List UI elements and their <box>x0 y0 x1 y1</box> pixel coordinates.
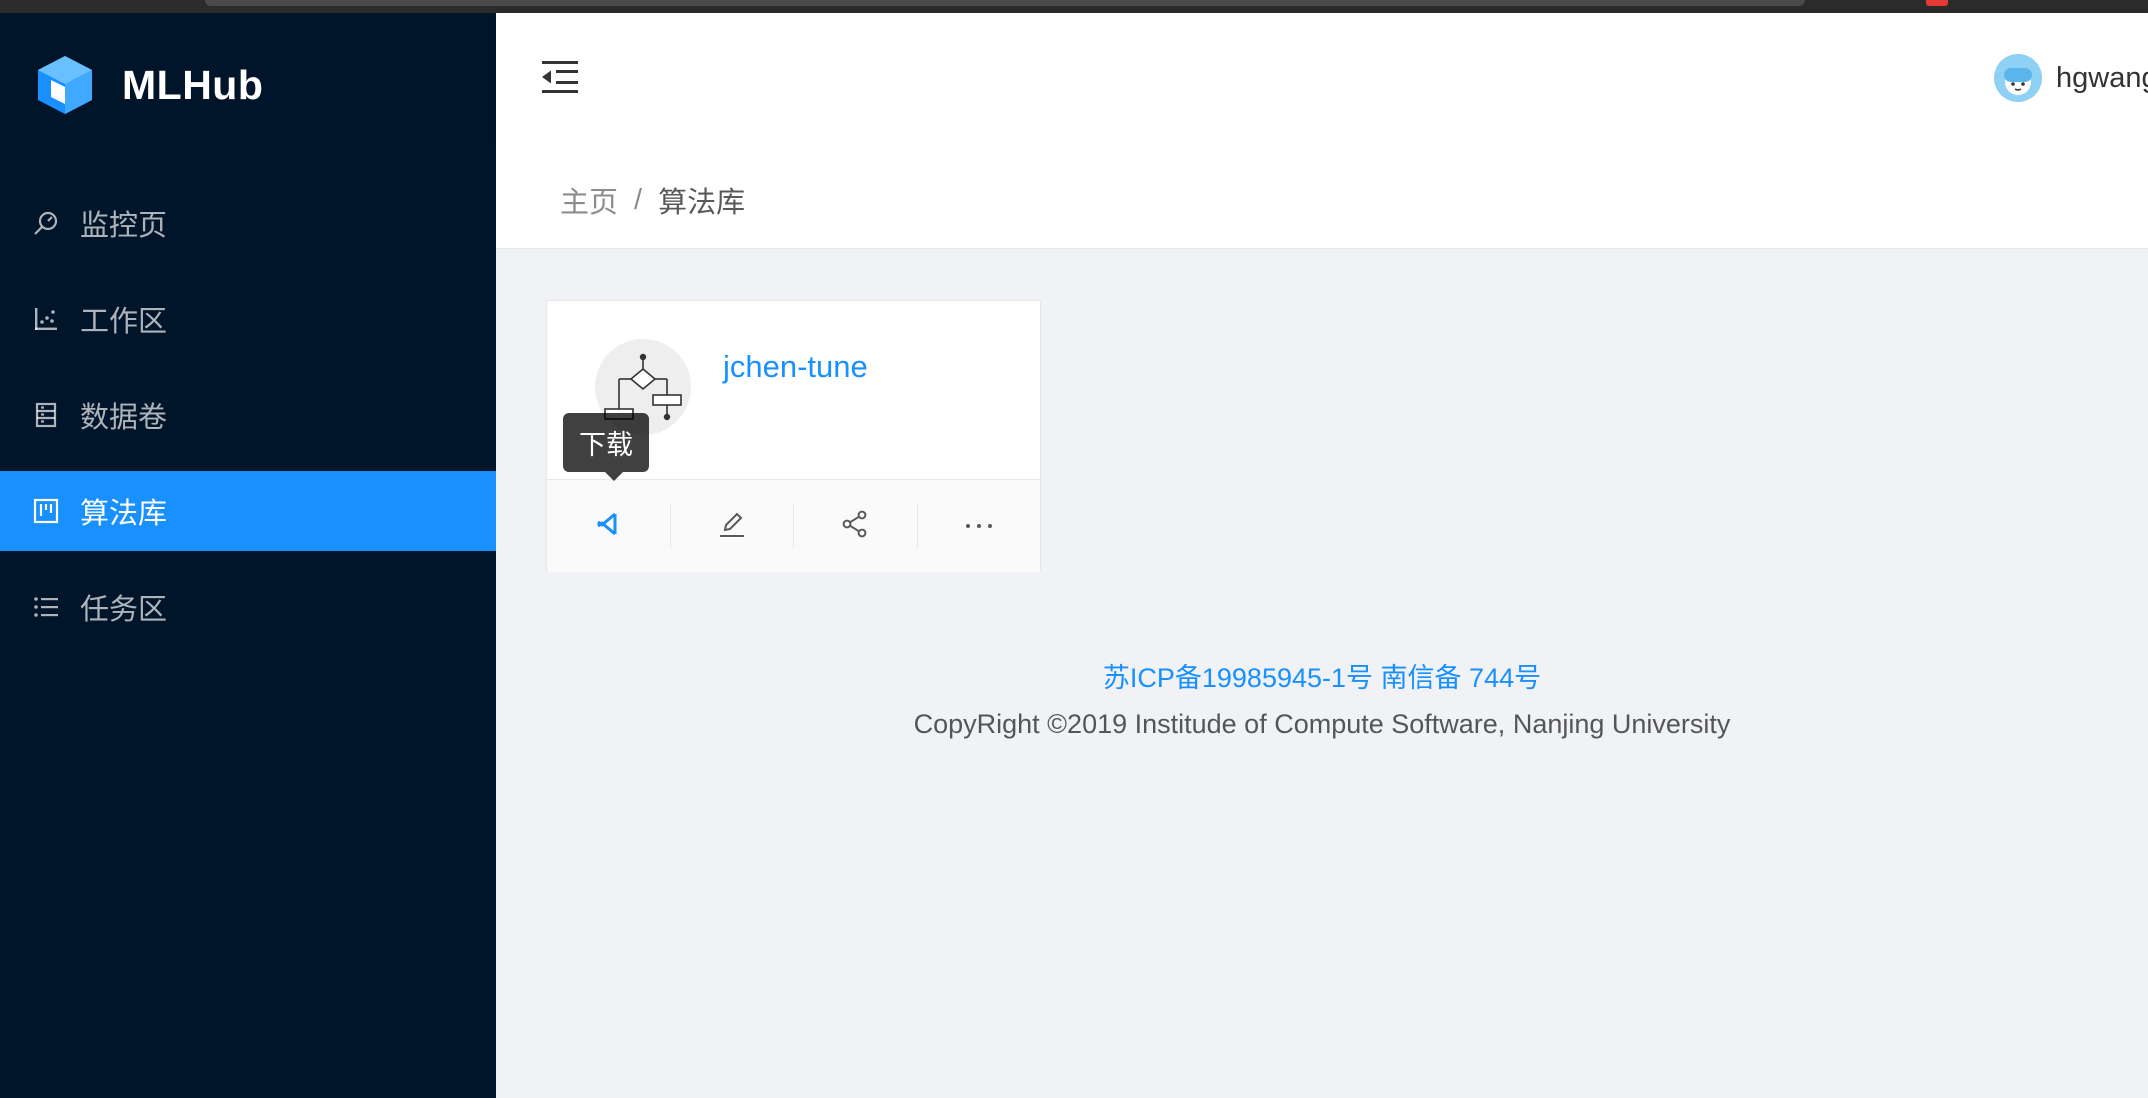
app-name: MLHub <box>122 61 264 108</box>
footer-links: 苏ICP备19985945-1号 南信备 744号 <box>496 656 2148 695</box>
card-title[interactable]: jchen-tune <box>723 349 868 385</box>
username[interactable]: hgwang <box>2056 62 2148 95</box>
breadcrumb-separator: / <box>634 183 643 216</box>
sidebar: MLHub 监控页 工作区 数据卷 算法库 任务区 <box>0 13 496 1098</box>
avatar[interactable] <box>1994 54 2042 102</box>
bars-icon <box>32 593 60 621</box>
top-header: hgwang <box>496 13 2148 143</box>
ellipsis-icon <box>965 517 993 535</box>
cube-logo-icon <box>38 56 92 114</box>
icp-link[interactable]: 苏ICP备19985945-1号 <box>1103 663 1373 693</box>
edit-button[interactable] <box>671 504 794 548</box>
sidebar-item-datavolume[interactable]: 数据卷 <box>0 375 496 455</box>
project-icon <box>32 497 60 525</box>
dot-chart-icon <box>32 305 60 333</box>
sidebar-item-algorithms[interactable]: 算法库 <box>0 471 496 551</box>
download-button[interactable] <box>547 504 671 548</box>
app-logo[interactable]: MLHub <box>32 45 263 125</box>
card-actions <box>547 479 1040 572</box>
breadcrumb-home[interactable]: 主页 <box>560 179 618 221</box>
sidebar-item-label: 数据卷 <box>80 402 168 434</box>
edit-icon <box>717 509 747 544</box>
sidebar-item-label: 任务区 <box>80 594 168 626</box>
vscode-icon <box>595 511 621 542</box>
sidebar-item-label: 监控页 <box>80 210 168 242</box>
user-menu[interactable]: hgwang <box>1994 54 2148 102</box>
more-button[interactable] <box>918 504 1041 548</box>
database-icon <box>32 401 60 429</box>
nanxin-link[interactable]: 南信备 744号 <box>1381 663 1542 693</box>
browser-address-bar <box>205 0 1805 6</box>
sidebar-item-workspace[interactable]: 工作区 <box>0 279 496 359</box>
page-header: 主页 / 算法库 <box>496 143 2148 249</box>
sidebar-item-label: 算法库 <box>80 498 168 530</box>
dashboard-icon <box>32 209 60 237</box>
copyright-text: CopyRight ©2019 Institude of Compute Sof… <box>913 709 1731 739</box>
breadcrumb-current: 算法库 <box>658 187 746 219</box>
share-icon <box>841 510 869 543</box>
footer: 苏ICP备19985945-1号 南信备 744号 CopyRight ©201… <box>496 656 2148 740</box>
download-tooltip: 下载 <box>563 413 649 481</box>
recording-indicator <box>1926 0 1948 6</box>
sidebar-item-monitor[interactable]: 监控页 <box>0 183 496 263</box>
menu-fold-icon[interactable] <box>540 57 580 97</box>
share-button[interactable] <box>794 504 918 548</box>
browser-top-strip <box>0 0 2148 13</box>
sidebar-menu: 监控页 工作区 数据卷 算法库 任务区 <box>0 183 496 663</box>
sidebar-item-label: 工作区 <box>80 306 168 338</box>
breadcrumb: 主页 / 算法库 <box>560 179 745 221</box>
sidebar-item-tasks[interactable]: 任务区 <box>0 567 496 647</box>
